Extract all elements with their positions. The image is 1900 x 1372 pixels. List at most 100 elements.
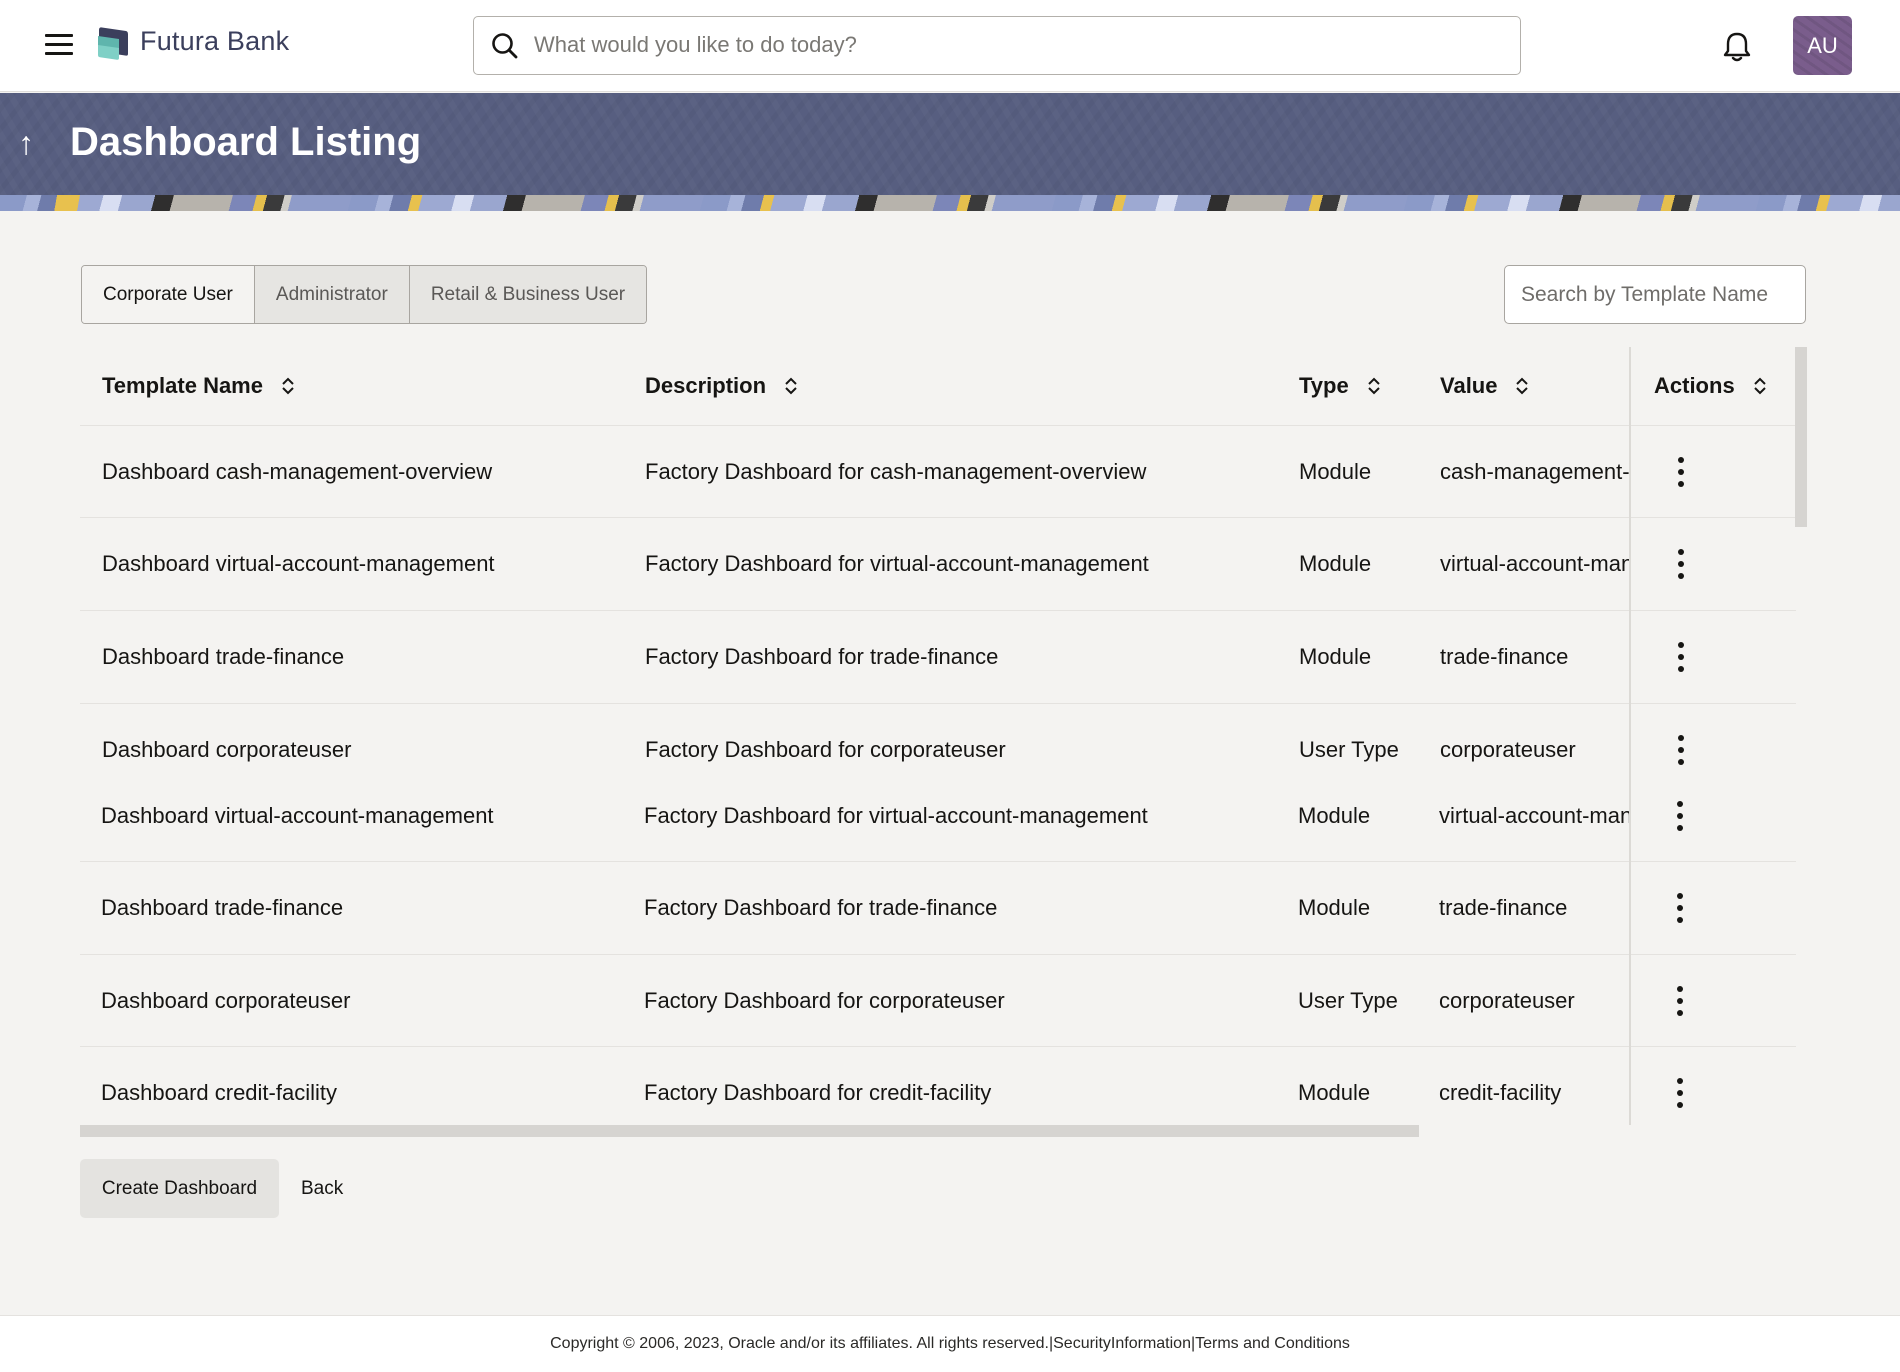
bank-logo-icon	[98, 27, 128, 60]
decorative-banner-stripe	[0, 195, 1900, 211]
user-type-tabs: Corporate User Administrator Retail & Bu…	[81, 265, 648, 324]
more-actions-icon[interactable]	[1677, 642, 1685, 672]
cell-type: Module	[1299, 459, 1372, 484]
tab-corporate-user[interactable]: Corporate User	[82, 266, 254, 323]
sort-icon[interactable]	[1753, 375, 1767, 397]
more-actions-icon[interactable]	[1676, 801, 1684, 831]
menu-icon[interactable]	[45, 34, 73, 56]
cell-type: Module	[1298, 1080, 1371, 1105]
horizontal-scrollbar[interactable]	[80, 1125, 1419, 1137]
sort-icon[interactable]	[1367, 375, 1381, 397]
column-label: Description	[645, 373, 767, 398]
cell-template-name: Dashboard trade-finance	[101, 895, 344, 920]
table-row: Dashboard cash-management-overview Factor…	[80, 426, 1796, 518]
cell-description: Factory Dashboard for corporateuser	[645, 737, 1006, 762]
column-label: Template Name	[102, 373, 263, 398]
template-search-box[interactable]	[1504, 265, 1806, 324]
sort-icon[interactable]	[1515, 375, 1529, 397]
table-row: Dashboard trade-finance Factory Dashboard…	[80, 862, 1796, 955]
brand-name: Futura Bank	[140, 26, 290, 56]
column-header-actions[interactable]: Actions	[1631, 347, 1796, 425]
vertical-scrollbar[interactable]	[1795, 347, 1807, 527]
cell-type: Module	[1299, 551, 1372, 576]
cell-value: trade-finance	[1440, 644, 1569, 669]
cell-value: virtual-account-management	[1439, 803, 1629, 828]
more-actions-icon[interactable]	[1677, 457, 1685, 487]
cell-template-name: Dashboard cash-management-overview	[102, 459, 493, 484]
column-header-type[interactable]: Type	[1299, 347, 1429, 425]
table-row: Dashboard credit-facility Factory Dashboa…	[80, 1047, 1796, 1125]
cell-value: credit-facility	[1439, 1080, 1562, 1105]
cell-type: User Type	[1298, 988, 1398, 1013]
global-search-input[interactable]	[534, 25, 1494, 65]
column-label: Actions	[1654, 373, 1735, 398]
table-row-line: Dashboard cash-management-overview Factor…	[80, 449, 1796, 495]
cell-description: Factory Dashboard for virtual-account-ma…	[644, 803, 1148, 828]
template-search-input[interactable]	[1505, 266, 1805, 323]
column-header-template-name[interactable]: Template Name	[102, 347, 622, 425]
cell-value: cash-management-overview	[1440, 459, 1630, 484]
more-actions-icon[interactable]	[1676, 986, 1684, 1016]
column-header-value[interactable]: Value	[1440, 347, 1630, 425]
cell-type: Module	[1298, 895, 1371, 920]
more-actions-icon[interactable]	[1676, 893, 1684, 923]
cell-template-name: Dashboard trade-finance	[102, 644, 345, 669]
more-actions-icon[interactable]	[1676, 1078, 1684, 1108]
avatar-initials: AU	[1807, 32, 1838, 58]
terms-and-conditions-link[interactable]: Terms and Conditions	[1195, 1335, 1350, 1353]
more-actions-icon[interactable]	[1677, 735, 1685, 765]
back-arrow-icon[interactable]: ↑	[18, 127, 34, 159]
sticky-column-divider	[1629, 347, 1631, 1125]
cell-type: User Type	[1299, 737, 1399, 762]
cell-description: Factory Dashboard for corporateuser	[644, 988, 1005, 1013]
table-row: Dashboard virtual-account-management Fact…	[80, 518, 1796, 611]
top-bar: Futura Bank AU	[0, 0, 1900, 92]
table-row: Dashboard corporateuser Factory Dashboard…	[80, 704, 1796, 862]
table-row-line: Dashboard trade-finance Factory Dashboard…	[80, 634, 1796, 680]
footer: Copyright © 2006, 2023, Oracle and/or it…	[0, 1315, 1900, 1372]
table-row-line: Dashboard virtual-account-management Fact…	[80, 793, 1795, 839]
copyright-text: Copyright © 2006, 2023, Oracle and/or it…	[550, 1335, 1049, 1352]
tab-administrator[interactable]: Administrator	[253, 266, 409, 323]
table-row-line: Dashboard virtual-account-management Fact…	[80, 541, 1796, 587]
security-information-link[interactable]: SecurityInformation	[1053, 1335, 1191, 1353]
sort-icon[interactable]	[784, 375, 798, 397]
table-row-line: Dashboard credit-facility Factory Dashboa…	[80, 1070, 1795, 1116]
table-row: Dashboard corporateuser Factory Dashboard…	[80, 955, 1796, 1047]
more-actions-icon[interactable]	[1677, 549, 1685, 579]
cell-value: virtual-account-management	[1440, 551, 1630, 576]
back-button[interactable]: Back	[301, 1159, 343, 1218]
cell-template-name: Dashboard virtual-account-management	[102, 551, 495, 576]
cell-type: Module	[1298, 803, 1371, 828]
cell-template-name: Dashboard corporateuser	[101, 988, 351, 1013]
cell-description: Factory Dashboard for credit-facility	[644, 1080, 992, 1105]
table-row-line: Dashboard trade-finance Factory Dashboard…	[80, 885, 1795, 931]
cell-type: Module	[1299, 644, 1372, 669]
global-search[interactable]	[473, 16, 1521, 75]
cell-template-name: Dashboard virtual-account-management	[101, 803, 494, 828]
cell-template-name: Dashboard corporateuser	[102, 737, 352, 762]
cell-value: corporateuser	[1440, 737, 1576, 762]
cell-value: corporateuser	[1439, 988, 1575, 1013]
search-icon	[492, 33, 518, 59]
create-dashboard-button[interactable]: Create Dashboard	[80, 1159, 279, 1218]
column-header-description[interactable]: Description	[645, 347, 1245, 425]
page-title: Dashboard Listing	[70, 120, 422, 164]
user-avatar[interactable]: AU	[1793, 16, 1852, 75]
cell-value: trade-finance	[1439, 895, 1568, 920]
table-row-line: Dashboard corporateuser Factory Dashboard…	[80, 978, 1795, 1024]
tab-retail-business-user[interactable]: Retail & Business User	[408, 266, 647, 323]
column-label: Type	[1299, 373, 1349, 398]
table-header-row: Template Name Description Type Value Act…	[80, 347, 1796, 426]
table-row: Dashboard trade-finance Factory Dashboard…	[80, 611, 1796, 704]
cell-template-name: Dashboard credit-facility	[101, 1080, 337, 1105]
cell-description: Factory Dashboard for trade-finance	[645, 644, 999, 669]
column-label: Value	[1440, 373, 1498, 398]
cell-description: Factory Dashboard for cash-management-ov…	[645, 459, 1147, 484]
dashboard-table: Template Name Description Type Value Act…	[80, 347, 1796, 1125]
table-row-line: Dashboard corporateuser Factory Dashboard…	[80, 727, 1796, 773]
notification-bell-icon[interactable]	[1722, 31, 1752, 63]
cell-description: Factory Dashboard for virtual-account-ma…	[645, 551, 1149, 576]
cell-description: Factory Dashboard for trade-finance	[644, 895, 998, 920]
sort-icon[interactable]	[281, 375, 295, 397]
